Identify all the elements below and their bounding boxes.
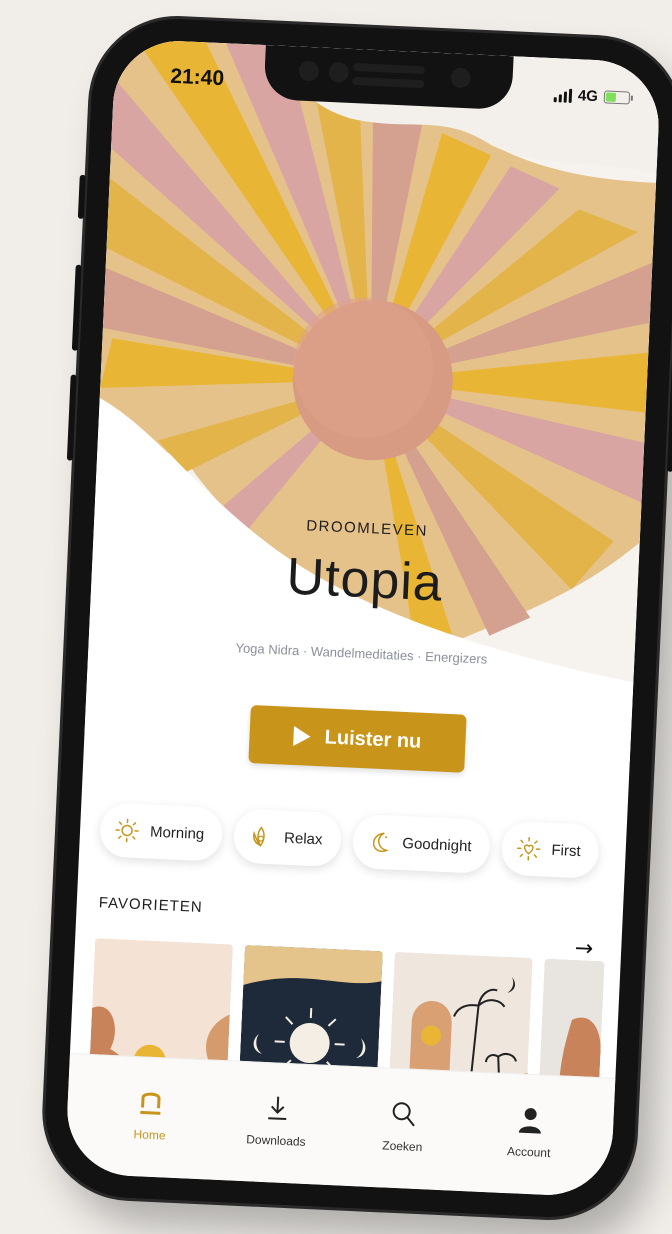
volume-up-button bbox=[71, 264, 82, 351]
sun-heart-icon bbox=[516, 837, 541, 861]
tab-home[interactable]: Home bbox=[98, 1056, 203, 1179]
category-chips: Morning Relax Goodnight First bbox=[98, 802, 600, 879]
search-icon bbox=[392, 1102, 416, 1127]
volume-down-button bbox=[66, 374, 77, 461]
tab-downloads[interactable]: Downloads bbox=[224, 1061, 329, 1184]
battery-icon bbox=[603, 90, 633, 105]
chip-label: Morning bbox=[149, 823, 205, 843]
chip-first[interactable]: First bbox=[500, 820, 600, 879]
chip-label: Goodnight bbox=[402, 834, 472, 855]
phone-mockup: 21:40 4G DROOMLEVEN Utopia Yoga Nidra · … bbox=[0, 0, 672, 1234]
mute-switch bbox=[77, 174, 86, 219]
sensor bbox=[328, 61, 350, 83]
tab-search[interactable]: Zoeken bbox=[350, 1067, 455, 1190]
front-camera bbox=[450, 67, 472, 89]
listen-now-label: Luister nu bbox=[324, 725, 422, 753]
app-screen: 21:40 4G DROOMLEVEN Utopia Yoga Nidra · … bbox=[64, 38, 662, 1198]
home-icon bbox=[140, 1092, 161, 1115]
signal-icon bbox=[553, 88, 573, 103]
tab-label: Downloads bbox=[245, 1132, 306, 1149]
sun-icon bbox=[115, 818, 139, 843]
network-label: 4G bbox=[577, 87, 599, 106]
chip-label: Relax bbox=[283, 829, 323, 848]
tab-account[interactable]: Account bbox=[477, 1073, 582, 1196]
phone-frame: 21:40 4G DROOMLEVEN Utopia Yoga Nidra · … bbox=[41, 15, 672, 1221]
chip-goodnight[interactable]: Goodnight bbox=[351, 813, 491, 874]
power-button bbox=[666, 341, 672, 472]
status-time: 21:40 bbox=[169, 64, 225, 91]
lotus-icon bbox=[253, 826, 265, 847]
speaker bbox=[352, 62, 426, 75]
moon-icon bbox=[372, 832, 389, 853]
status-icons: 4G bbox=[553, 86, 633, 106]
download-icon bbox=[267, 1096, 286, 1121]
favorites-arrow-icon[interactable]: → bbox=[574, 936, 594, 962]
tab-label: Home bbox=[133, 1127, 166, 1143]
camera bbox=[298, 60, 320, 82]
favorites-heading: FAVORIETEN bbox=[98, 894, 203, 917]
account-icon bbox=[518, 1108, 541, 1134]
notch bbox=[263, 45, 514, 111]
chip-morning[interactable]: Morning bbox=[98, 802, 224, 862]
speaker-grill bbox=[352, 76, 425, 89]
tab-label: Account bbox=[506, 1144, 551, 1161]
play-icon bbox=[293, 725, 312, 747]
chip-relax[interactable]: Relax bbox=[232, 808, 342, 868]
chip-label: First bbox=[551, 841, 582, 860]
listen-now-button[interactable]: Luister nu bbox=[248, 705, 467, 773]
bottom-tab-bar: Home Downloads Zoeken Account bbox=[64, 1053, 616, 1198]
tab-label: Zoeken bbox=[382, 1138, 423, 1155]
